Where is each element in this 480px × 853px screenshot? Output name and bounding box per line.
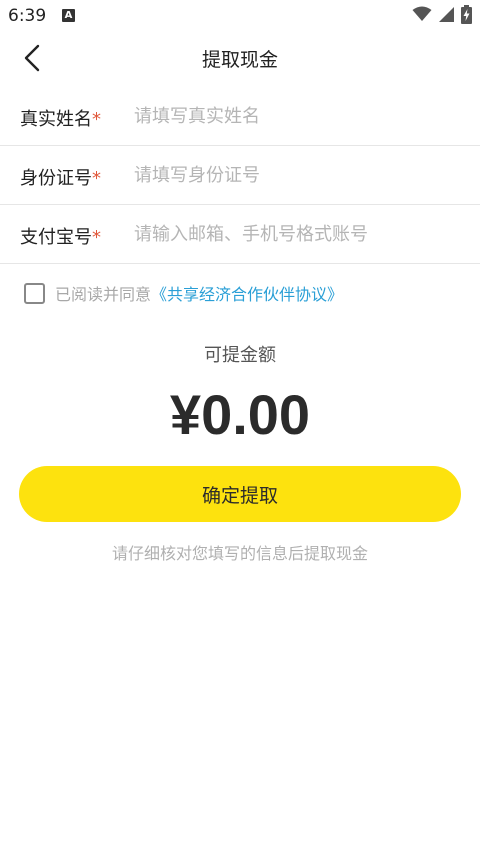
agreement-link[interactable]: 《共享经济合作伙伴协议》 — [151, 281, 343, 305]
real-name-label: 真实姓名* — [20, 109, 101, 130]
agreement-prefix: 已阅读并同意 — [55, 285, 152, 304]
real-name-input[interactable] — [134, 99, 464, 133]
page-title: 提取现金 — [201, 49, 278, 71]
alipay-account-input[interactable] — [134, 217, 464, 251]
withdrawable-amount: ¥0.00 — [169, 383, 311, 446]
status-icons — [412, 4, 472, 28]
battery-charging-icon — [461, 4, 472, 28]
agreement-row: 已阅读并同意 《共享经济合作伙伴协议》 — [24, 281, 343, 305]
id-number-label: 身份证号* — [20, 168, 101, 189]
signal-icon — [438, 6, 455, 27]
agreement-checkbox[interactable] — [24, 282, 45, 304]
wifi-icon — [412, 6, 432, 26]
confirm-withdraw-button[interactable]: 确定提取 — [19, 466, 461, 522]
status-bar: 6:39 A — [0, 0, 480, 32]
required-mark: * — [92, 168, 101, 189]
form-row-alipay-account: 支付宝号* — [0, 205, 480, 264]
id-number-input[interactable] — [134, 158, 464, 192]
notification-a-icon: A — [62, 9, 75, 22]
form-row-id-number: 身份证号* — [0, 146, 480, 205]
form-row-real-name: 真实姓名* — [0, 87, 480, 146]
required-mark: * — [92, 227, 101, 248]
confirm-withdraw-label: 确定提取 — [201, 484, 278, 507]
alipay-account-label: 支付宝号* — [20, 227, 101, 248]
hint-text: 请仔细核对您填写的信息后提取现金 — [111, 544, 368, 563]
withdrawable-label: 可提金额 — [204, 345, 276, 366]
required-mark: * — [92, 109, 101, 130]
nav-bar: 提取现金 — [0, 32, 480, 84]
status-time: 6:39 — [8, 6, 47, 26]
